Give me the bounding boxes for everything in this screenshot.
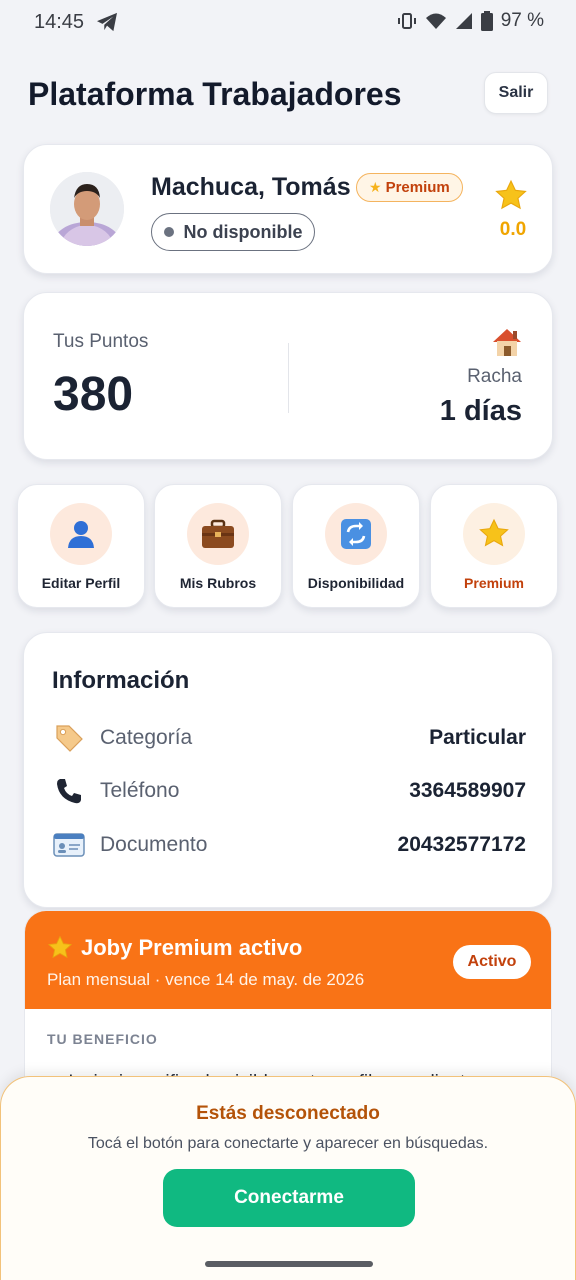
- briefcase-icon: [202, 519, 234, 548]
- status-dot: [163, 227, 174, 237]
- house-icon: [493, 329, 521, 356]
- divider: [288, 343, 289, 413]
- points-label: Tus Puntos: [53, 331, 149, 352]
- availability-label: No disponible: [183, 221, 303, 242]
- status-icons: 97 %: [397, 10, 544, 32]
- premium-badge: ★ Premium: [356, 173, 463, 202]
- edit-profile-label: Editar Perfil: [41, 575, 121, 591]
- home-indicator[interactable]: [205, 1261, 373, 1267]
- premium-title: Joby Premium activo: [81, 935, 303, 960]
- star-icon: [47, 935, 73, 959]
- signal-icon: [455, 13, 472, 29]
- page-title: Plataforma Trabajadores: [28, 76, 402, 112]
- sheet-title: Estás desconectado: [196, 1103, 380, 1124]
- battery-percent: 97 %: [500, 10, 544, 31]
- info-key: Teléfono: [100, 779, 180, 802]
- edit-profile-button[interactable]: Editar Perfil: [17, 484, 145, 608]
- premium-subtitle: Plan mensual · vence 14 de may. de 2026: [47, 970, 365, 989]
- info-row-phone: Teléfono 3364589907: [52, 774, 526, 808]
- info-title: Información: [52, 667, 190, 694]
- info-row-category: Categoría Particular: [52, 721, 526, 755]
- info-value: Particular: [429, 726, 526, 749]
- phone-icon: [57, 779, 81, 804]
- wifi-icon: [425, 13, 446, 29]
- battery-icon: [480, 11, 493, 31]
- active-badge: Activo: [453, 945, 531, 979]
- star-icon: [479, 518, 509, 547]
- avatar-photo: [50, 172, 124, 246]
- logout-button[interactable]: Salir: [484, 72, 548, 114]
- profile-name: Machuca, Tomás: [151, 173, 351, 201]
- user-icon: [68, 521, 94, 548]
- star-icon: ★: [369, 179, 382, 195]
- premium-badge-label: Premium: [385, 179, 450, 196]
- rating-star-icon: [495, 179, 527, 210]
- benefit-heading: TU BENEFICIO: [47, 1031, 158, 1047]
- points-value: 380: [53, 368, 134, 421]
- status-time: 14:45: [34, 11, 85, 33]
- availability-label: Disponibilidad: [307, 575, 405, 591]
- points-card: Tus Puntos 380 Racha 1 días: [23, 292, 553, 460]
- premium-label: Premium: [464, 575, 524, 591]
- vibrate-icon: [397, 13, 416, 29]
- my-categories-label: Mis Rubros: [179, 575, 257, 591]
- streak-label: Racha: [467, 366, 522, 387]
- info-key: Categoría: [100, 726, 193, 749]
- availability-status[interactable]: No disponible: [151, 213, 315, 251]
- connect-button[interactable]: Conectarme: [163, 1169, 415, 1227]
- info-key: Documento: [100, 833, 208, 856]
- premium-header: Joby Premium activo Plan mensual · vence…: [25, 911, 551, 1009]
- premium-button[interactable]: Premium: [430, 484, 558, 608]
- sheet-subtitle: Tocá el botón para conectarte y aparecer…: [87, 1135, 489, 1152]
- info-card: Información Categoría Particular Teléfon…: [23, 632, 553, 908]
- tag-icon: [56, 725, 83, 752]
- info-value: 20432577172: [397, 833, 526, 856]
- my-categories-button[interactable]: Mis Rubros: [154, 484, 282, 608]
- avatar[interactable]: [50, 172, 124, 246]
- rating-value: 0.0: [499, 219, 527, 240]
- availability-button[interactable]: Disponibilidad: [292, 484, 420, 608]
- refresh-icon: [341, 519, 371, 549]
- profile-card: Machuca, Tomás ★ Premium No disponible 0…: [23, 144, 553, 274]
- info-row-document: Documento 20432577172: [52, 828, 526, 862]
- disconnected-sheet: Estás desconectado Tocá el botón para co…: [0, 1076, 576, 1280]
- id-card-icon: [53, 833, 85, 857]
- info-value[interactable]: 3364589907: [409, 779, 526, 803]
- status-bar: 14:45 97 %: [0, 0, 576, 46]
- streak-value: 1 días: [439, 395, 522, 427]
- telegram-icon: [97, 12, 117, 32]
